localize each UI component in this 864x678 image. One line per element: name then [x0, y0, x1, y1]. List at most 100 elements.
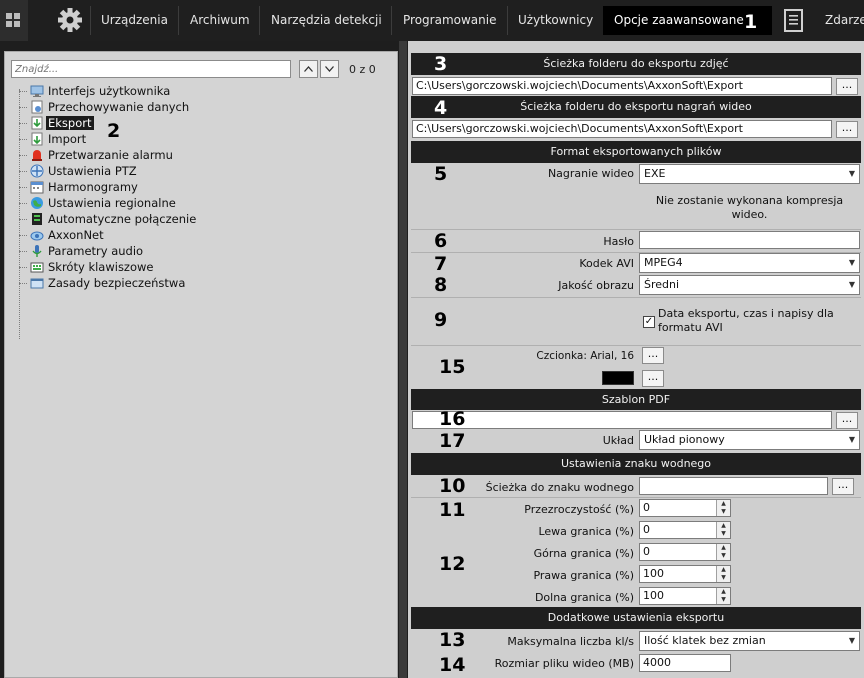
stepper-buttons[interactable]: ▲ ▼ — [716, 588, 730, 604]
search-prev-button[interactable] — [299, 60, 318, 78]
section-header-watermark: Ustawienia znaku wodnego — [411, 453, 861, 475]
image-quality-select[interactable]: Średni ▼ — [639, 275, 860, 295]
nav-devices[interactable]: Urządzenia — [90, 6, 179, 35]
bottom-border-value: 100 — [643, 589, 664, 602]
tree-item-label: AxxonNet — [48, 228, 104, 242]
max-file-size-label: Rozmiar pliku wideo (MB) — [494, 657, 634, 670]
avi-codec-label: Kodek AVI — [579, 257, 634, 270]
bottom-border-stepper[interactable]: 100 ▲ ▼ — [639, 587, 731, 605]
callout-6: 6 — [434, 230, 448, 252]
opacity-stepper[interactable]: 0 ▲ ▼ — [639, 499, 731, 517]
globe-icon — [31, 197, 43, 209]
tree-item-label: Ustawienia regionalne — [48, 196, 176, 210]
video-format-select[interactable]: EXE ▼ — [639, 164, 860, 184]
tree-item-label: Parametry audio — [48, 244, 144, 258]
stepper-up-icon[interactable]: ▲ — [717, 522, 730, 530]
nav-users[interactable]: Użytkownicy — [507, 6, 604, 35]
top-border-stepper[interactable]: 0 ▲ ▼ — [639, 543, 731, 561]
schedule-icon — [30, 181, 44, 194]
stepper-buttons[interactable]: ▲ ▼ — [716, 566, 730, 582]
callout-7: 7 — [434, 253, 448, 275]
stepper-buttons[interactable]: ▲ ▼ — [716, 500, 730, 516]
video-path-browse-button[interactable]: ... — [836, 121, 858, 138]
font-color-swatch[interactable] — [602, 371, 634, 385]
max-fps-select[interactable]: Ilość klatek bez zmian ▼ — [639, 631, 860, 651]
video-path-field[interactable]: C:\Users\gorczowski.wojciech\Documents\A… — [412, 120, 832, 138]
grid-menu-button[interactable] — [0, 0, 28, 41]
stepper-down-icon[interactable]: ▼ — [717, 596, 730, 604]
settings-button[interactable] — [46, 0, 94, 41]
stepper-down-icon[interactable]: ▼ — [717, 530, 730, 538]
top-border-label: Górna granica (%) — [533, 547, 634, 560]
stepper-down-icon[interactable]: ▼ — [717, 574, 730, 582]
connect-icon — [32, 213, 42, 225]
top-navigation-bar: Urządzenia Archiwum Narzędzia detekcji P… — [0, 0, 864, 41]
callout-17: 17 — [439, 430, 466, 452]
pdf-template-browse-button[interactable]: ... — [836, 412, 858, 429]
tree-item-label: Automatyczne połączenie — [48, 212, 197, 226]
right-border-stepper[interactable]: 100 ▲ ▼ — [639, 565, 731, 583]
stepper-up-icon[interactable]: ▲ — [717, 588, 730, 596]
font-select-button[interactable]: ... — [642, 347, 664, 364]
events-panel-button[interactable] — [772, 0, 816, 41]
stepper-buttons[interactable]: ▲ ▼ — [716, 522, 730, 538]
password-input[interactable] — [639, 231, 860, 249]
photo-path-browse-button[interactable]: ... — [836, 78, 858, 95]
pdf-template-field[interactable] — [412, 411, 832, 429]
callout-13: 13 — [439, 629, 466, 651]
nav-events[interactable]: Zdarze — [814, 6, 864, 35]
tree-item-label: Przechowywanie danych — [48, 100, 190, 114]
compression-note: Nie zostanie wykonana kompresja wideo. — [655, 194, 844, 221]
top-border-value: 0 — [643, 545, 650, 558]
photo-path-field[interactable]: C:\Users\gorczowski.wojciech\Documents\A… — [412, 77, 832, 95]
callout-16: 16 — [439, 408, 466, 430]
nav-archive[interactable]: Archiwum — [179, 6, 261, 35]
layout-value: Układ pionowy — [644, 433, 725, 446]
row-divider — [411, 345, 861, 346]
font-label: Czcionka: Arial, 16 — [536, 350, 634, 362]
right-border-label: Prawa granica (%) — [533, 569, 634, 582]
bottom-border-label: Dolna granica (%) — [534, 591, 634, 604]
opacity-value: 0 — [643, 501, 650, 514]
ptz-icon — [30, 164, 44, 178]
stepper-buttons[interactable]: ▲ ▼ — [716, 544, 730, 560]
stepper-up-icon[interactable]: ▲ — [717, 500, 730, 508]
panel-splitter[interactable] — [399, 41, 407, 678]
nav-detection-tools[interactable]: Narzędzia detekcji — [260, 6, 393, 35]
left-border-value: 0 — [643, 523, 650, 536]
watermark-path-field[interactable] — [639, 477, 828, 495]
row-divider — [411, 497, 861, 498]
stepper-up-icon[interactable]: ▲ — [717, 544, 730, 552]
section-header-additional-export: Dodatkowe ustawienia eksportu — [411, 607, 861, 629]
nav-programming[interactable]: Programowanie — [392, 6, 507, 35]
tree-item-label: Ustawienia PTZ — [48, 164, 137, 178]
section-header-pdf-template: Szablon PDF — [411, 389, 861, 410]
stepper-up-icon[interactable]: ▲ — [717, 566, 730, 574]
search-next-button[interactable] — [320, 60, 339, 78]
watermark-browse-button[interactable]: ... — [832, 478, 854, 495]
search-result-counter: 0 z 0 — [349, 63, 376, 76]
stepper-down-icon[interactable]: ▼ — [717, 508, 730, 516]
video-format-value: EXE — [644, 167, 666, 180]
callout-14: 14 — [439, 654, 466, 676]
avi-overlay-checkbox[interactable]: ✓ — [643, 316, 655, 328]
search-input[interactable] — [11, 60, 291, 78]
tree-item-label: Zasady bezpieczeństwa — [48, 276, 186, 290]
left-border-label: Lewa granica (%) — [538, 525, 634, 538]
tree-item-label: Harmonogramy — [48, 180, 138, 194]
dropdown-arrow-icon: ▼ — [848, 636, 855, 645]
chevron-down-icon — [325, 66, 334, 72]
layout-select[interactable]: Układ pionowy ▼ — [639, 430, 860, 450]
avi-codec-select[interactable]: MPEG4 ▼ — [639, 253, 860, 273]
left-border-stepper[interactable]: 0 ▲ ▼ — [639, 521, 731, 539]
tree-item-label: Import — [48, 132, 87, 146]
max-file-size-input[interactable]: 4000 — [639, 654, 731, 672]
section-header-file-format: Format eksportowanych plików — [411, 141, 861, 163]
stepper-down-icon[interactable]: ▼ — [717, 552, 730, 560]
font-color-button[interactable]: ... — [642, 370, 664, 387]
document-list-icon — [784, 9, 803, 32]
dropdown-arrow-icon: ▼ — [848, 280, 855, 289]
tree-item-label: Przetwarzanie alarmu — [48, 148, 173, 162]
monitor-icon — [30, 85, 44, 97]
right-border-value: 100 — [643, 567, 664, 580]
